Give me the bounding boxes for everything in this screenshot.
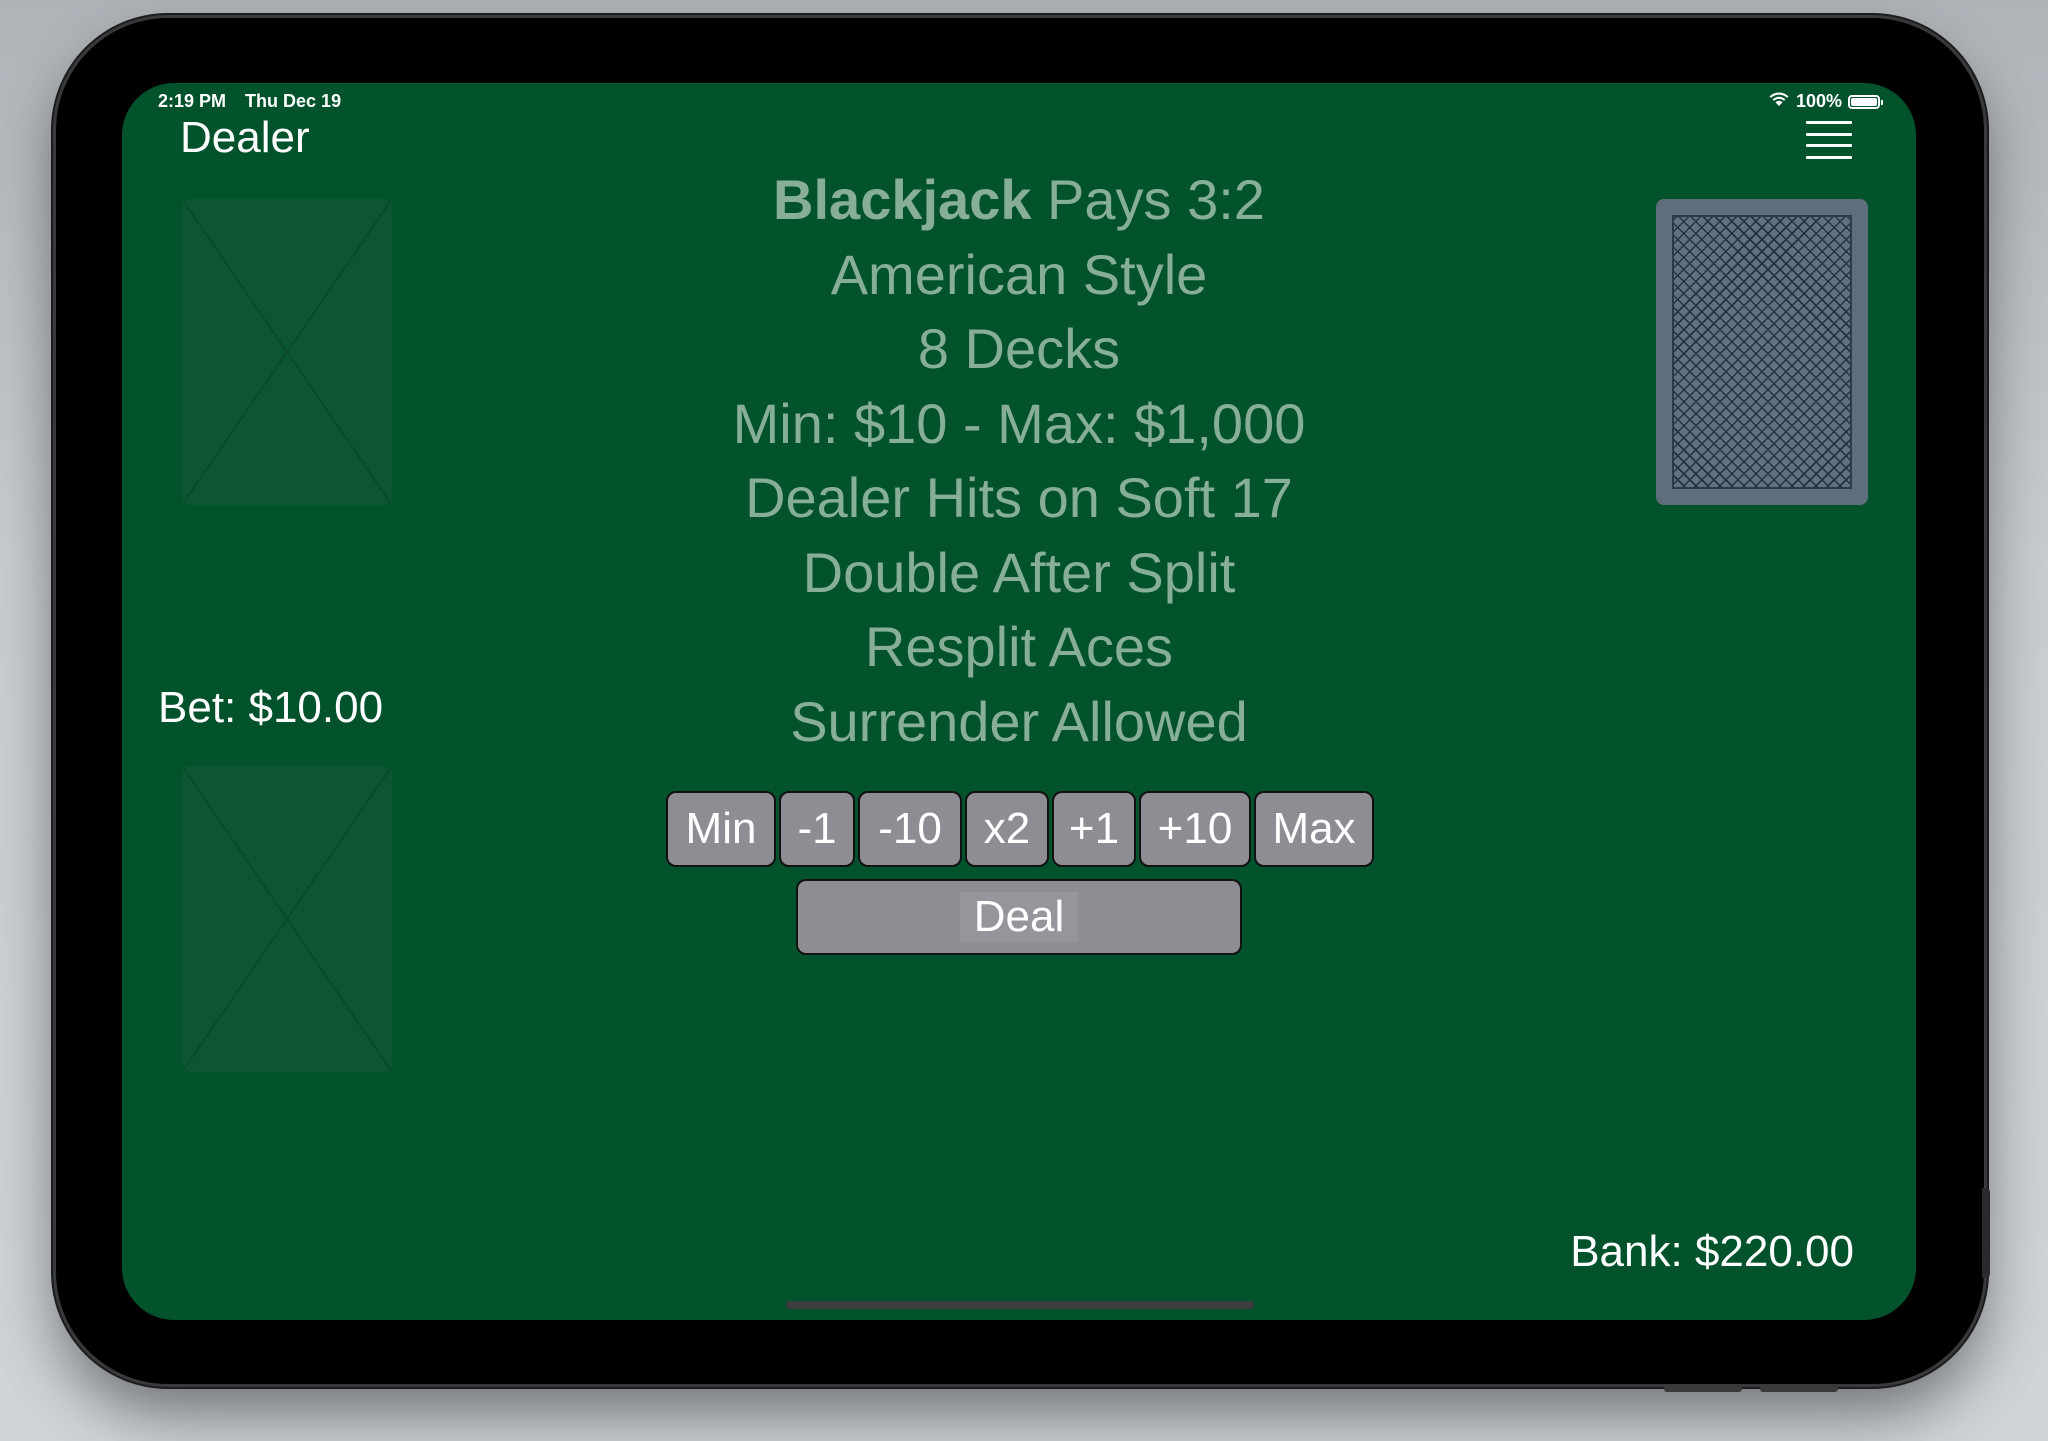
deal-button-label: Deal xyxy=(959,892,1079,942)
bet-double-button[interactable]: x2 xyxy=(965,791,1049,867)
bet-amount: Bet: $10.00 xyxy=(158,683,384,732)
game-screen: 2:19 PM Thu Dec 19 100% Dealer Blackjack… xyxy=(122,83,1916,1320)
status-date: Thu Dec 19 xyxy=(245,91,342,111)
deal-button[interactable]: Deal xyxy=(796,879,1242,955)
rule-line: Dealer Hits on Soft 17 xyxy=(745,466,1293,529)
dealer-label: Dealer xyxy=(180,113,310,162)
rule-line: 8 Decks xyxy=(917,317,1121,380)
bet-max-button[interactable]: Max xyxy=(1254,791,1374,867)
bank-balance: Bank: $220.00 xyxy=(1570,1227,1854,1276)
rule-payout: Blackjack Pays 3:2 xyxy=(773,168,1265,231)
hamburger-menu-icon[interactable] xyxy=(1806,121,1852,159)
bet-min-button[interactable]: Min xyxy=(666,791,776,867)
bet-adjust-buttons: Min -1 -10 x2 +1 +10 Max xyxy=(666,791,1374,867)
bet-minus-1-button[interactable]: -1 xyxy=(779,791,855,867)
battery-icon xyxy=(1848,94,1883,109)
rule-line: Double After Split xyxy=(802,540,1236,604)
bet-minus-10-button[interactable]: -10 xyxy=(858,791,962,867)
status-bar: 2:19 PM Thu Dec 19 100% xyxy=(158,91,1883,115)
bet-plus-10-button[interactable]: +10 xyxy=(1139,791,1251,867)
player-card-placeholder xyxy=(182,766,392,1072)
home-indicator[interactable] xyxy=(786,1301,1254,1309)
battery-percent: 100% xyxy=(1795,91,1842,111)
wifi-icon xyxy=(1768,91,1790,112)
device-side-button xyxy=(1982,1188,1990,1278)
rule-line: Surrender Allowed xyxy=(790,689,1248,753)
rule-line: American Style xyxy=(830,242,1208,306)
status-time: 2:19 PM xyxy=(158,91,227,111)
rule-line: Min: $10 - Max: $1,000 xyxy=(732,391,1306,455)
device-volume-button xyxy=(1760,1386,1838,1392)
device-volume-button xyxy=(1664,1386,1742,1392)
bet-plus-1-button[interactable]: +1 xyxy=(1052,791,1136,867)
table-rules: Blackjack Pays 3:2 American Style 8 Deck… xyxy=(122,163,1916,759)
rule-line: Resplit Aces xyxy=(864,615,1174,678)
